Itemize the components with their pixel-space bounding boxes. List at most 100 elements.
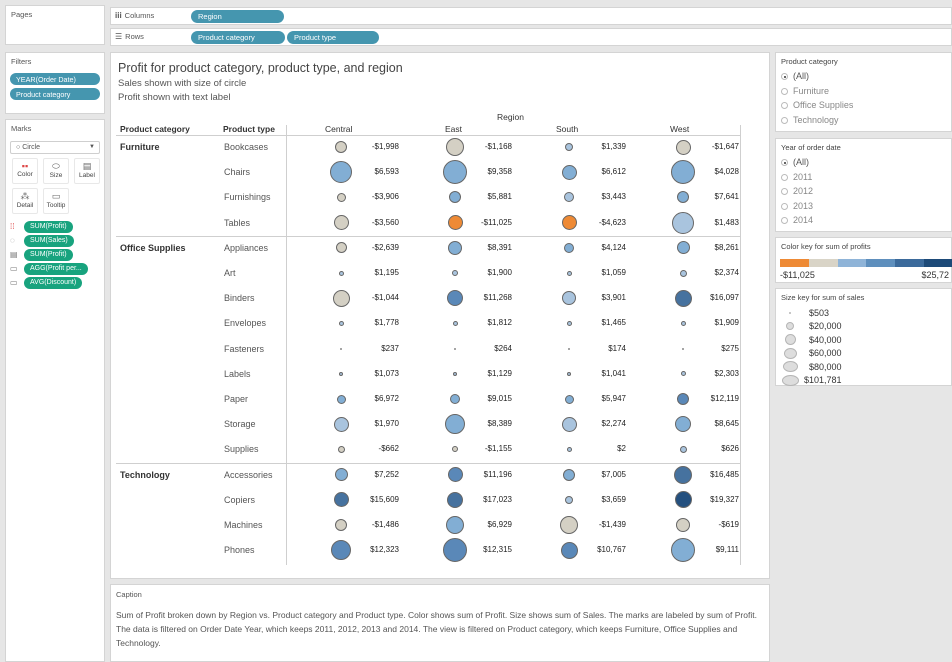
data-bubble[interactable] bbox=[446, 138, 464, 156]
color-button[interactable]: ▪▪ Color bbox=[12, 158, 38, 184]
pages-pane[interactable]: Pages bbox=[5, 5, 105, 45]
data-bubble[interactable] bbox=[333, 215, 349, 231]
data-bubble[interactable] bbox=[560, 516, 578, 534]
data-bubble[interactable] bbox=[672, 211, 694, 234]
mark-field-label[interactable]: ▤ SUM(Profit) bbox=[10, 249, 102, 261]
data-bubble[interactable] bbox=[337, 445, 345, 453]
data-bubble[interactable] bbox=[445, 414, 465, 435]
data-bubble[interactable] bbox=[567, 371, 571, 376]
data-bubble[interactable] bbox=[564, 192, 574, 203]
mark-type-dropdown[interactable]: ○ Circle ▼ bbox=[10, 141, 100, 154]
data-bubble[interactable] bbox=[560, 541, 578, 559]
data-bubble[interactable] bbox=[561, 215, 577, 231]
product-category-option[interactable]: Furniture bbox=[776, 84, 951, 99]
data-bubble[interactable] bbox=[333, 492, 349, 508]
radio-icon[interactable] bbox=[781, 188, 788, 195]
mark-field-color[interactable]: ⁞⁞ SUM(Profit) bbox=[10, 221, 102, 233]
filter-year-pill[interactable]: YEAR(Order Date) bbox=[10, 73, 100, 85]
mark-field-size[interactable]: ◌ SUM(Sales) bbox=[10, 235, 102, 247]
field-pill[interactable]: SUM(Profit) bbox=[24, 249, 73, 261]
data-bubble[interactable] bbox=[566, 270, 572, 276]
data-bubble[interactable] bbox=[339, 371, 343, 376]
data-bubble[interactable] bbox=[452, 446, 458, 453]
data-bubble[interactable] bbox=[452, 270, 458, 276]
data-bubble[interactable] bbox=[564, 242, 574, 253]
product-category-filter[interactable]: Product category (All) Furniture Office Su… bbox=[775, 52, 952, 132]
product-category-option[interactable]: Technology bbox=[776, 113, 951, 128]
data-bubble[interactable] bbox=[562, 291, 576, 306]
data-bubble[interactable] bbox=[452, 320, 458, 326]
data-bubble[interactable] bbox=[671, 160, 695, 185]
data-bubble[interactable] bbox=[676, 241, 690, 255]
data-bubble[interactable] bbox=[561, 164, 577, 180]
data-bubble[interactable] bbox=[447, 467, 463, 483]
data-bubble[interactable] bbox=[340, 347, 342, 350]
year-option[interactable]: 2014 bbox=[776, 213, 951, 228]
data-bubble[interactable] bbox=[679, 445, 687, 453]
size-button[interactable]: ⬭ Size bbox=[43, 158, 69, 184]
data-bubble[interactable] bbox=[454, 347, 456, 350]
data-bubble[interactable] bbox=[677, 393, 689, 405]
data-bubble[interactable] bbox=[677, 191, 689, 204]
year-option[interactable]: (All) bbox=[776, 155, 951, 170]
data-bubble[interactable] bbox=[335, 242, 347, 254]
data-bubble[interactable] bbox=[561, 416, 577, 432]
data-bubble[interactable] bbox=[330, 161, 352, 184]
data-bubble[interactable] bbox=[671, 538, 695, 563]
label-button[interactable]: ▤ Label bbox=[74, 158, 100, 184]
data-bubble[interactable] bbox=[331, 540, 351, 561]
detail-button[interactable]: ⁂ Detail bbox=[12, 188, 38, 214]
data-bubble[interactable] bbox=[566, 446, 572, 452]
data-bubble[interactable] bbox=[674, 465, 692, 484]
data-bubble[interactable] bbox=[563, 468, 575, 481]
data-bubble[interactable] bbox=[676, 518, 690, 532]
radio-icon[interactable] bbox=[781, 217, 788, 224]
data-bubble[interactable] bbox=[679, 269, 687, 277]
data-bubble[interactable] bbox=[448, 240, 462, 255]
data-bubble[interactable] bbox=[332, 289, 350, 307]
data-bubble[interactable] bbox=[564, 394, 574, 404]
field-pill[interactable]: SUM(Profit) bbox=[24, 221, 73, 233]
product-type-pill[interactable]: Product type bbox=[287, 31, 379, 44]
data-bubble[interactable] bbox=[335, 141, 347, 153]
year-option[interactable]: 2011 bbox=[776, 170, 951, 185]
data-bubble[interactable] bbox=[449, 191, 461, 204]
data-bubble[interactable] bbox=[333, 416, 349, 432]
filter-category-pill[interactable]: Product category bbox=[10, 88, 100, 100]
data-bubble[interactable] bbox=[453, 371, 457, 376]
product-category-pill[interactable]: Product category bbox=[191, 31, 285, 44]
radio-icon[interactable] bbox=[781, 173, 788, 181]
data-bubble[interactable] bbox=[565, 495, 573, 504]
field-pill[interactable]: AGG(Profit per... bbox=[24, 263, 88, 275]
columns-shelf[interactable]: iii Columns Region bbox=[110, 7, 952, 25]
data-bubble[interactable] bbox=[450, 394, 460, 404]
data-bubble[interactable] bbox=[682, 347, 684, 350]
field-pill[interactable]: SUM(Sales) bbox=[24, 235, 74, 247]
data-bubble[interactable] bbox=[335, 519, 347, 531]
radio-icon[interactable] bbox=[781, 202, 788, 210]
data-bubble[interactable] bbox=[674, 491, 692, 509]
product-category-option[interactable]: Office Supplies bbox=[776, 98, 951, 113]
radio-icon[interactable] bbox=[781, 73, 788, 80]
year-option[interactable]: 2012 bbox=[776, 184, 951, 199]
data-bubble[interactable] bbox=[338, 270, 344, 276]
region-pill[interactable]: Region bbox=[191, 10, 284, 23]
data-bubble[interactable] bbox=[336, 192, 346, 202]
data-bubble[interactable] bbox=[446, 516, 464, 534]
year-option[interactable]: 2013 bbox=[776, 199, 951, 214]
mark-field-tooltip-1[interactable]: ▭ AGG(Profit per... bbox=[10, 263, 102, 275]
rows-shelf[interactable]: ☰ Rows Product category Product type bbox=[110, 28, 952, 46]
radio-icon[interactable] bbox=[781, 102, 788, 109]
radio-icon[interactable] bbox=[781, 116, 788, 124]
field-pill[interactable]: AVG(Discount) bbox=[24, 277, 83, 289]
mark-field-tooltip-2[interactable]: ▭ AVG(Discount) bbox=[10, 277, 102, 289]
data-bubble[interactable] bbox=[336, 394, 346, 404]
tooltip-button[interactable]: ▭ Tooltip bbox=[43, 188, 69, 214]
data-bubble[interactable] bbox=[568, 347, 570, 350]
data-bubble[interactable] bbox=[674, 289, 692, 307]
data-bubble[interactable] bbox=[680, 371, 686, 377]
data-bubble[interactable] bbox=[447, 215, 463, 231]
data-bubble[interactable] bbox=[680, 320, 686, 326]
data-bubble[interactable] bbox=[675, 416, 691, 433]
year-filter[interactable]: Year of order date (All) 2011 2012 2013 2014 bbox=[775, 138, 952, 232]
